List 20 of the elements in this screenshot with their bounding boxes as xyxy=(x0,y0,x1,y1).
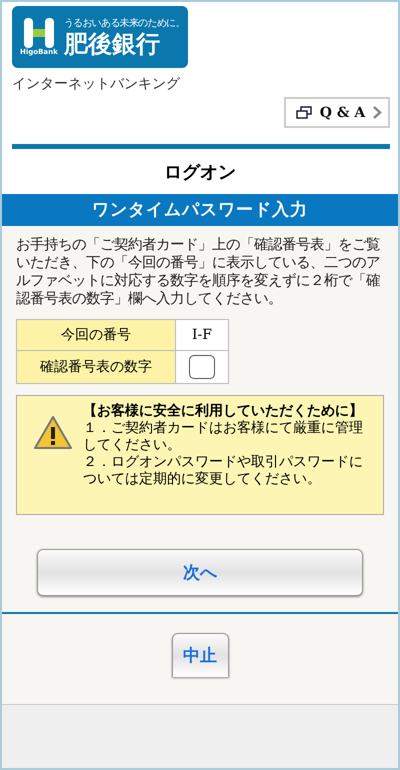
row-label: 確認番号表の数字 xyxy=(16,350,176,384)
qa-button[interactable]: Q & A xyxy=(284,97,390,128)
warning-item: １．ご契約者カードはお客様にて厳重に管理してください。 xyxy=(83,420,364,454)
input-field[interactable] xyxy=(189,355,215,379)
logo-mark-icon xyxy=(24,18,54,48)
warning-title: 【お客様に安全に利用していただくために】 xyxy=(83,403,364,420)
section-title: ワンタイムパスワード入力 xyxy=(2,194,398,226)
row-label: 今回の番号 xyxy=(16,320,176,350)
next-button[interactable]: 次へ xyxy=(37,549,363,596)
warning-icon xyxy=(33,415,73,450)
cancel-button[interactable]: 中止 xyxy=(172,633,228,677)
service-name: インターネットバンキング xyxy=(12,75,180,93)
page-title: ログオン xyxy=(2,149,398,194)
number-value: I-F xyxy=(176,320,228,350)
warning-item: ２．ログオンパスワードや取引パスワードについては定期的に変更してください。 xyxy=(83,454,364,488)
bank-name: 肥後銀行 xyxy=(64,30,161,58)
chevron-icon xyxy=(372,106,382,119)
instructions-text: お手持ちの「ご契約者カード」上の「確認番号表」をご覧いただき、下の「今回の番号」に表示している、二つのアルファベットに対応する数字を順序を変えずに２桁で「確認番号表の数字」欄へ入力してください。 xyxy=(16,236,381,308)
windows-icon xyxy=(296,106,312,119)
logo-tagline: うるおいある未来のために。 xyxy=(64,16,185,30)
